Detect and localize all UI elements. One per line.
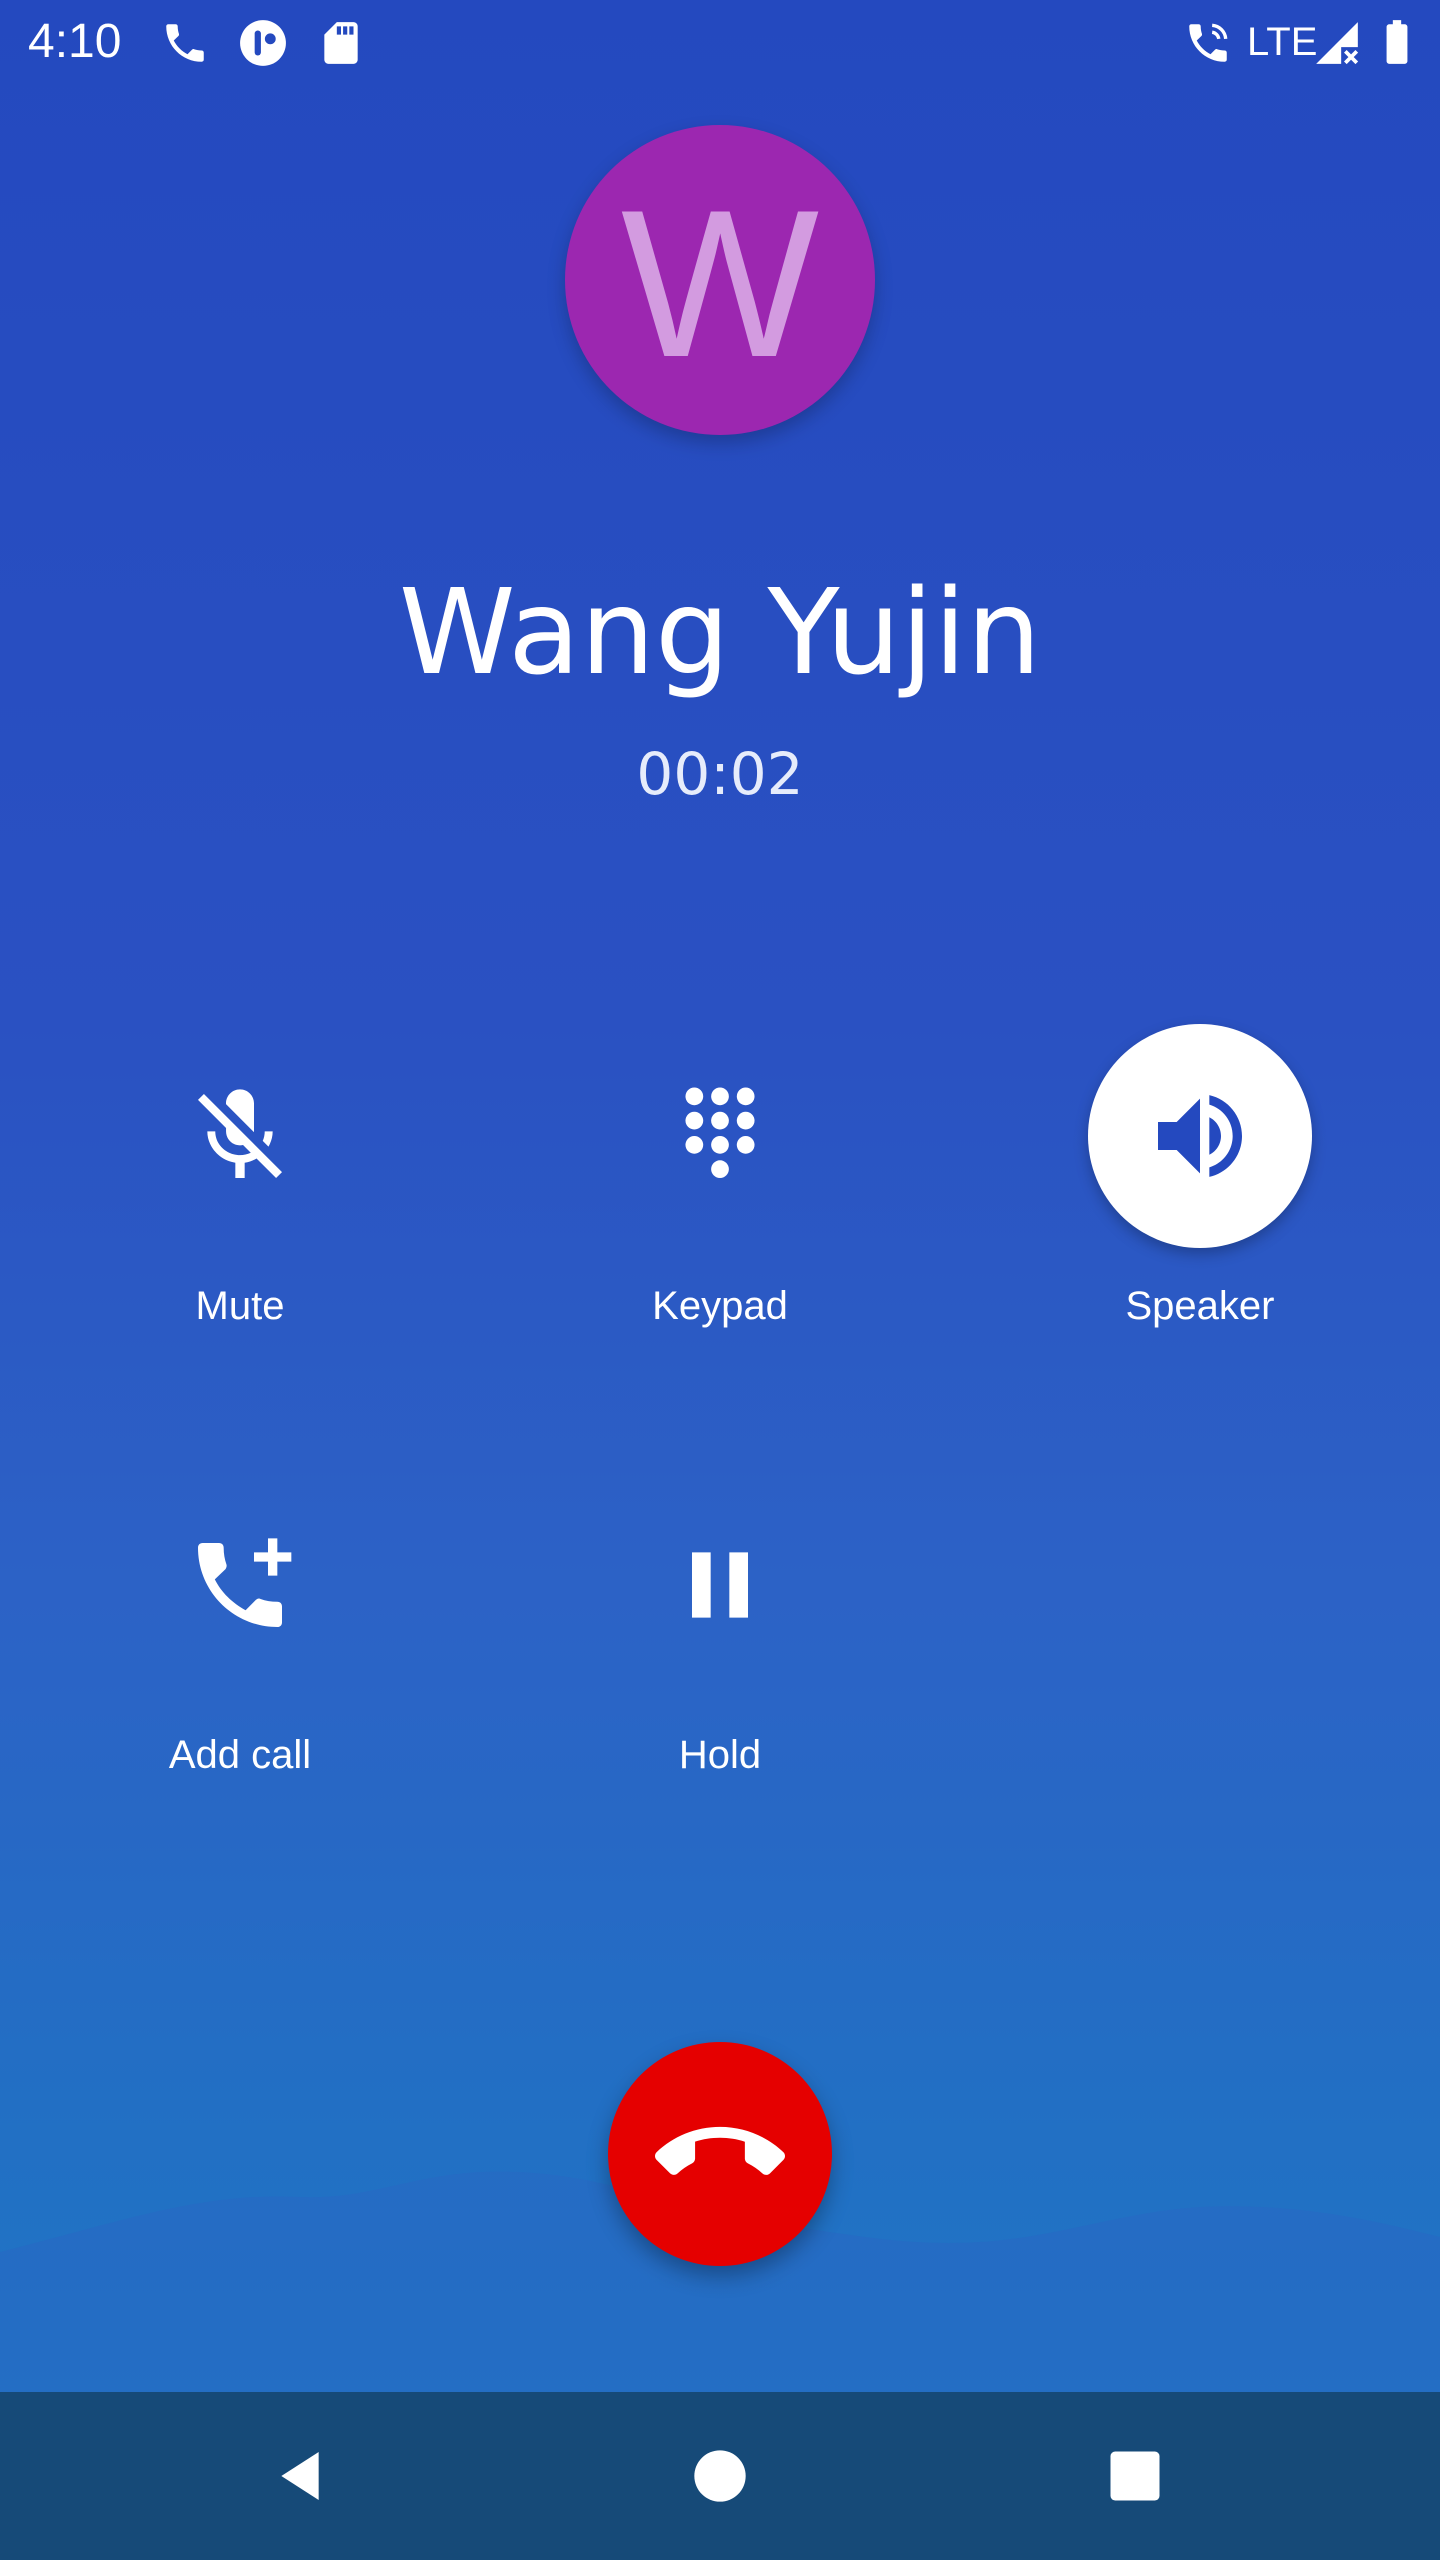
mic-off-icon: [198, 1089, 282, 1178]
signal-no-data-icon: [1316, 22, 1359, 65]
app-badge-icon: [240, 20, 286, 66]
add-call-icon: [198, 1538, 292, 1627]
home-button[interactable]: [680, 2436, 760, 2516]
in-call-screen: 4:10 LTE W Wang Yujin 00:02 Mute Keypad …: [0, 0, 1440, 2560]
dialpad-icon: [685, 1087, 755, 1178]
keypad-button[interactable]: Keypad: [570, 1024, 870, 1354]
back-button[interactable]: [260, 2436, 340, 2516]
mute-label: Mute: [195, 1284, 285, 1328]
speaker-icon-wrap[interactable]: [1088, 1024, 1312, 1248]
call-end-icon: [655, 2126, 785, 2175]
keypad-label: Keypad: [652, 1284, 788, 1328]
speaker-label: Speaker: [1125, 1284, 1275, 1328]
hold-icon-wrap[interactable]: [608, 1473, 832, 1697]
battery-icon: [1386, 20, 1408, 64]
add-call-button[interactable]: Add call: [90, 1473, 390, 1803]
add-call-icon-wrap[interactable]: [128, 1473, 352, 1697]
call-duration: 00:02: [636, 740, 804, 808]
end-call-button[interactable]: [608, 2042, 832, 2266]
avatar-initial: W: [620, 166, 820, 401]
wifi-calling-icon: [1189, 23, 1228, 62]
keypad-icon-wrap[interactable]: [608, 1024, 832, 1248]
add-call-label: Add call: [168, 1733, 312, 1777]
caller-avatar: W: [565, 125, 875, 435]
recents-icon: [1110, 2451, 1160, 2501]
sd-card-icon: [324, 22, 358, 64]
back-icon: [281, 2452, 319, 2500]
network-type: LTE: [1247, 20, 1318, 64]
mute-icon-wrap[interactable]: [128, 1024, 352, 1248]
status-time: 4:10: [28, 15, 122, 68]
home-icon: [694, 2450, 746, 2502]
mute-button[interactable]: Mute: [90, 1024, 390, 1354]
hold-label: Hold: [678, 1733, 762, 1777]
speaker-button[interactable]: Speaker: [1050, 1024, 1350, 1354]
caller-name: Wang Yujin: [398, 563, 1042, 701]
phone-icon: [166, 24, 204, 62]
recents-button[interactable]: [1095, 2436, 1175, 2516]
navigation-bar: [0, 2392, 1440, 2560]
hold-button[interactable]: Hold: [570, 1473, 870, 1803]
status-bar: 4:10 LTE: [0, 0, 1440, 84]
pause-icon: [692, 1552, 748, 1618]
volume-icon: [1158, 1095, 1242, 1177]
